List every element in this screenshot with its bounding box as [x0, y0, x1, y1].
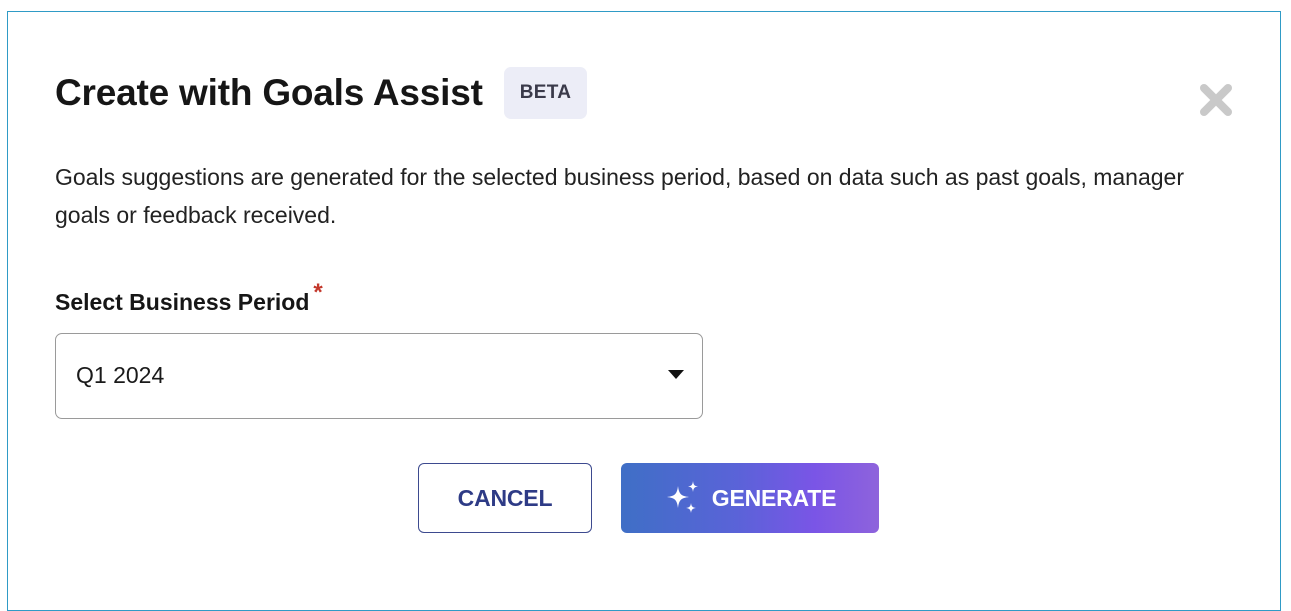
business-period-select[interactable]: Q1 2024	[55, 333, 703, 419]
goals-assist-dialog: Create with Goals Assist BETA Goals sugg…	[7, 11, 1281, 611]
business-period-label: Select Business Period *	[55, 279, 323, 318]
dialog-description: Goals suggestions are generated for the …	[55, 164, 1184, 228]
sparkle-icon	[666, 481, 698, 513]
dialog-title: Create with Goals Assist	[55, 72, 483, 113]
dialog-header: Create with Goals Assist BETA	[55, 67, 588, 119]
required-asterisk: *	[313, 279, 323, 306]
caret-down-icon	[668, 370, 684, 379]
generate-button[interactable]: GENERATE	[621, 463, 879, 533]
business-period-value: Q1 2024	[76, 362, 165, 388]
generate-button-label: GENERATE	[711, 484, 837, 511]
business-period-label-text: Select Business Period	[55, 289, 310, 315]
cancel-button[interactable]: CANCEL	[418, 463, 592, 533]
close-icon[interactable]	[1197, 81, 1235, 119]
beta-badge: BETA	[503, 67, 588, 119]
cancel-button-label: CANCEL	[457, 484, 553, 511]
